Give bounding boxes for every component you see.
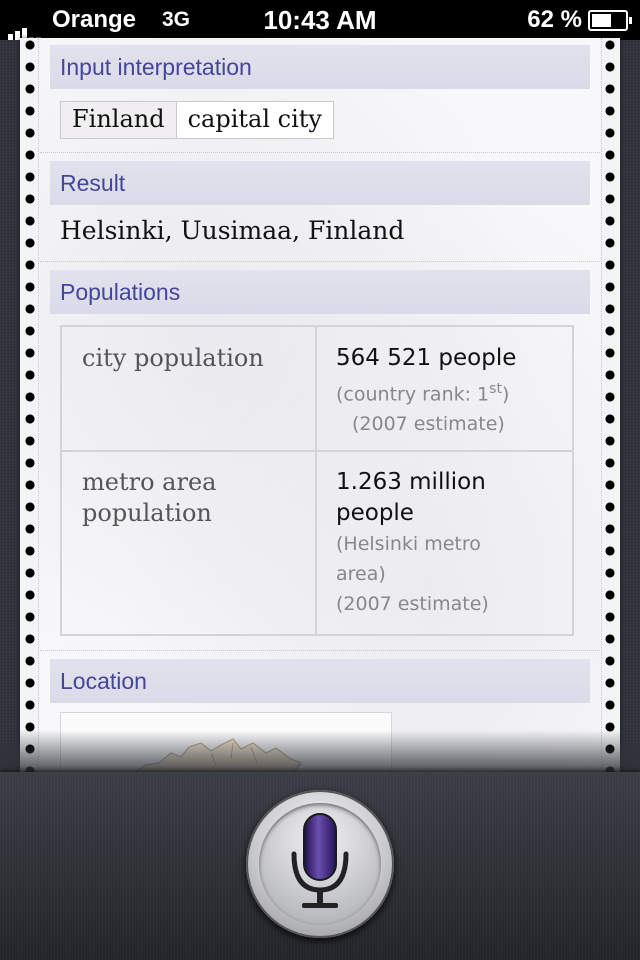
city-population-value-cell: 564 521 people (country rank: 1st) (2007… xyxy=(336,343,568,439)
pod-header-populations: Populations xyxy=(50,270,590,314)
metro-population-note: (Helsinki metro area) (2007 estimate) xyxy=(336,533,489,615)
input-chips: Finland capital city xyxy=(60,101,334,139)
siri-microphone-button[interactable] xyxy=(246,790,394,938)
populations-table: city population 564 521 people (country … xyxy=(60,325,574,636)
metro-population-value: 1.263 million people xyxy=(336,469,486,526)
result-content: Input interpretation Finland capital cit… xyxy=(40,38,600,772)
pod-header-location: Location xyxy=(50,659,590,703)
input-chip-property: capital city xyxy=(176,102,333,138)
status-bar: Orange 3G 10:43 AM 62 % xyxy=(0,0,640,40)
pod-header-input-interpretation: Input interpretation xyxy=(50,45,590,89)
pod-header-result: Result xyxy=(50,161,590,205)
city-population-rank: (country rank: 1st) xyxy=(336,381,510,406)
metro-population-label: metro area population xyxy=(82,468,217,527)
city-population-note: (2007 estimate) xyxy=(352,413,505,436)
metro-population-value-cell: 1.263 million people (Helsinki metro are… xyxy=(336,467,568,619)
card-fade xyxy=(0,730,640,772)
microphone-icon xyxy=(291,813,349,908)
city-population-label: city population xyxy=(82,344,264,372)
perforation-left xyxy=(25,38,35,772)
wolfram-result-card[interactable]: Input interpretation Finland capital cit… xyxy=(20,38,620,772)
input-chip-country: Finland xyxy=(61,102,177,138)
result-text: Helsinki, Uusimaa, Finland xyxy=(60,216,405,245)
perforation-right xyxy=(605,38,615,772)
city-population-value: 564 521 people xyxy=(336,345,517,371)
battery-percent: 62 % xyxy=(527,6,582,33)
battery-icon xyxy=(588,10,632,31)
